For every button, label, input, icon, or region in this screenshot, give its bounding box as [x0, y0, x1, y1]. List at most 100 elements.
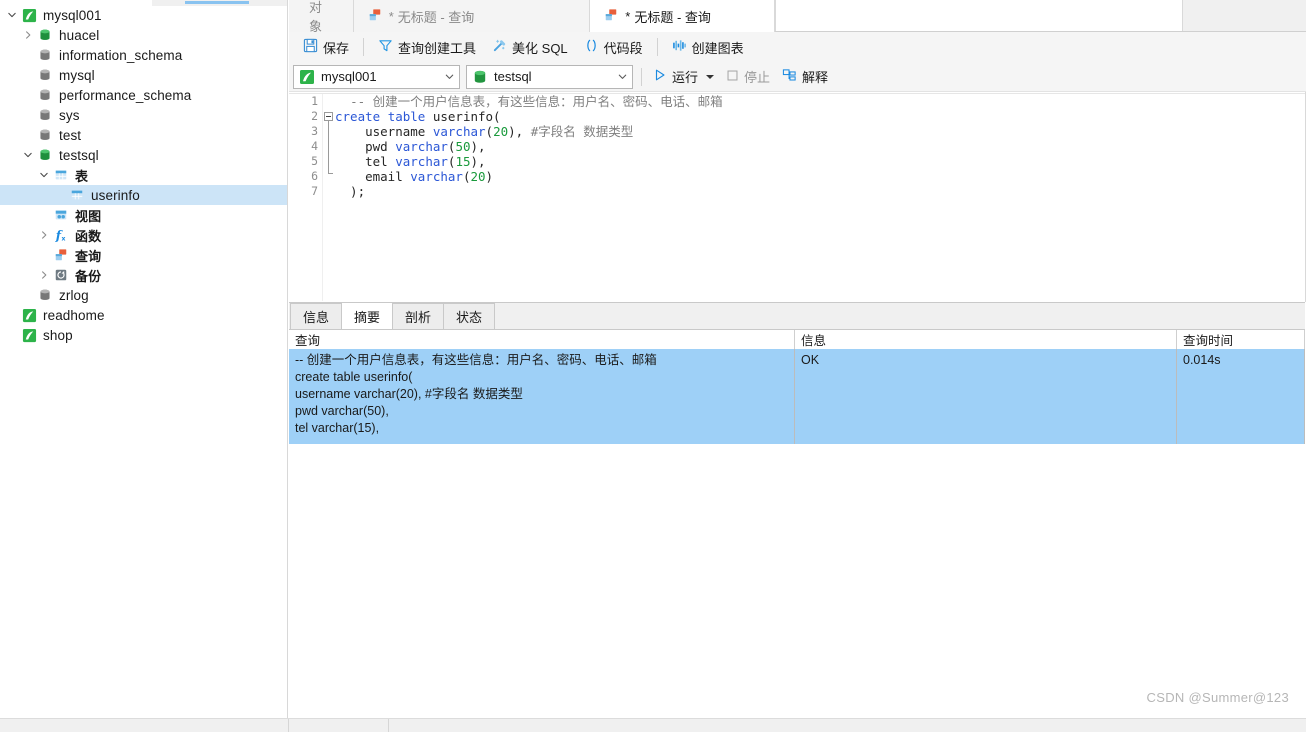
- explain-button[interactable]: 解释: [775, 65, 833, 89]
- tree-item-label: testsql: [59, 147, 99, 163]
- tree-twisty-icon[interactable]: [4, 305, 20, 325]
- tree-item--[interactable]: 查询: [0, 245, 287, 265]
- editor-tab-label: 无标题 - 查询: [634, 9, 711, 25]
- tree-twisty-icon[interactable]: [20, 125, 36, 145]
- tree-item--[interactable]: 表: [0, 165, 287, 185]
- editor-tab-1[interactable]: * 无标题 - 查询: [353, 0, 591, 32]
- cell-query-line: create table userinfo(: [295, 370, 413, 384]
- tree-twisty-icon[interactable]: [20, 145, 36, 165]
- chevron-down-icon-2: [612, 71, 632, 82]
- tree-twisty-icon[interactable]: [52, 185, 68, 205]
- tree-twisty-icon[interactable]: [36, 225, 52, 245]
- cell-query[interactable]: -- 创建一个用户信息表，有这些信息：用户名、密码、电话、邮箱 create ta…: [289, 349, 795, 444]
- snippet-button[interactable]: 代码段: [576, 35, 651, 59]
- beautify-icon: [492, 38, 507, 56]
- tree-item-label: shop: [43, 327, 73, 343]
- save-button[interactable]: 保存: [295, 35, 357, 59]
- editor-tab-label: 无标题 - 查询: [397, 9, 475, 25]
- tree-item-mysql[interactable]: mysql: [0, 65, 287, 85]
- tree-item-huacel[interactable]: huacel: [0, 25, 287, 45]
- tree-twisty-icon[interactable]: [4, 325, 20, 345]
- tree-twisty-icon[interactable]: [20, 65, 36, 85]
- tree-horizontal-scrollbar-thumb[interactable]: [185, 1, 249, 4]
- tree-twisty-icon[interactable]: [4, 5, 20, 25]
- tree-twisty-icon[interactable]: [20, 85, 36, 105]
- column-header-2[interactable]: 查询时间: [1177, 330, 1305, 349]
- results-tabstrip-filler: [494, 303, 1305, 329]
- sql-editor[interactable]: 1234567 -- 创建一个用户信息表，有这些信息：用户名、密码、电话、邮箱 c…: [289, 93, 1305, 301]
- code-token: 15: [455, 154, 471, 169]
- tree-item-shop[interactable]: shop: [0, 325, 287, 345]
- tree-item-label: userinfo: [91, 187, 140, 203]
- run-button[interactable]: 运行: [646, 65, 719, 89]
- database-green-icon: [36, 25, 54, 45]
- create-chart-button[interactable]: 创建图表: [664, 35, 752, 59]
- code-line: username varchar(20), #字段名 数据类型: [335, 124, 1305, 139]
- tree-item--[interactable]: f x 函数: [0, 225, 287, 245]
- results-tab-1[interactable]: 摘要: [341, 302, 394, 329]
- line-number: 7: [311, 184, 318, 198]
- connection-select[interactable]: mysql001: [293, 64, 460, 89]
- stop-button[interactable]: 停止: [719, 65, 775, 89]
- sql-code-content[interactable]: -- 创建一个用户信息表，有这些信息：用户名、密码、电话、邮箱 create ta…: [335, 94, 1305, 301]
- tree-item-zrlog[interactable]: zrlog: [0, 285, 287, 305]
- tree-item--[interactable]: 备份: [0, 265, 287, 285]
- tree-item-testsql[interactable]: testsql: [0, 145, 287, 165]
- function-icon: fx: [52, 225, 70, 245]
- code-token: 50: [455, 139, 471, 154]
- query-builder-icon: [378, 38, 393, 56]
- table-row[interactable]: -- 创建一个用户信息表，有这些信息：用户名、密码、电话、邮箱 create ta…: [289, 349, 1305, 444]
- tree-item-label: information_schema: [59, 47, 183, 63]
- beautify-sql-button[interactable]: 美化 SQL: [484, 35, 576, 59]
- tree-twisty-icon[interactable]: [20, 285, 36, 305]
- toolbar-separator-2: [656, 38, 658, 56]
- tree-twisty-icon[interactable]: [36, 205, 52, 225]
- tree-item-mysql001[interactable]: mysql001: [0, 5, 287, 25]
- tree-item-performance_schema[interactable]: performance_schema: [0, 85, 287, 105]
- tree-twisty-icon[interactable]: [20, 105, 36, 125]
- code-token: ): [485, 169, 494, 184]
- code-token: varchar: [432, 124, 486, 139]
- navicat-connection-icon: [299, 69, 315, 85]
- code-line: email varchar(20): [335, 169, 1305, 184]
- cell-info[interactable]: OK: [795, 349, 1177, 444]
- tree-item-test[interactable]: test: [0, 125, 287, 145]
- results-tab-0[interactable]: 信息: [290, 303, 343, 329]
- run-dropdown-caret-icon[interactable]: [706, 74, 715, 79]
- backup-icon: [52, 265, 70, 285]
- editor-tab-2[interactable]: * 无标题 - 查询: [590, 0, 775, 32]
- connection-select-value: mysql001: [321, 69, 377, 84]
- editor-tab-0[interactable]: 对象: [289, 0, 354, 34]
- results-tab-2[interactable]: 剖析: [392, 303, 445, 329]
- tree-item-label: 备份: [75, 268, 102, 284]
- tree-item-userinfo[interactable]: userinfo: [0, 185, 287, 205]
- column-header-1[interactable]: 信息: [795, 330, 1177, 349]
- cell-query-line: pwd varchar(50),: [295, 404, 389, 418]
- database-select-value: testsql: [494, 69, 532, 84]
- tree-item--[interactable]: 视图: [0, 205, 287, 225]
- tree-twisty-icon[interactable]: [36, 265, 52, 285]
- tree-twisty-icon[interactable]: [20, 45, 36, 65]
- tree-item-readhome[interactable]: readhome: [0, 305, 287, 325]
- tree-item-information_schema[interactable]: information_schema: [0, 45, 287, 65]
- table-icon: [68, 185, 86, 205]
- editor-fold-column[interactable]: [323, 94, 335, 301]
- code-token: userinfo(: [425, 109, 501, 124]
- tree-item-sys[interactable]: sys: [0, 105, 287, 125]
- database-select[interactable]: testsql: [466, 64, 633, 89]
- status-bar: [0, 718, 1306, 732]
- line-number: 3: [311, 124, 318, 138]
- query-icon: [52, 245, 70, 265]
- fold-toggle-icon[interactable]: [324, 112, 333, 121]
- cell-query-time[interactable]: 0.014s: [1177, 349, 1305, 444]
- column-header-0[interactable]: 查询: [289, 330, 795, 349]
- tree-twisty-icon[interactable]: [36, 245, 52, 265]
- line-number: 6: [311, 169, 318, 183]
- cell-query-time-text: 0.014s: [1183, 353, 1221, 367]
- tree-item-label: performance_schema: [59, 87, 192, 103]
- query-builder-button[interactable]: 查询创建工具: [370, 35, 484, 59]
- results-tabstrip: 信息 摘要 剖析 状态: [289, 302, 1305, 330]
- tree-twisty-icon[interactable]: [36, 165, 52, 185]
- tree-twisty-icon[interactable]: [20, 25, 36, 45]
- results-tab-3[interactable]: 状态: [443, 303, 496, 329]
